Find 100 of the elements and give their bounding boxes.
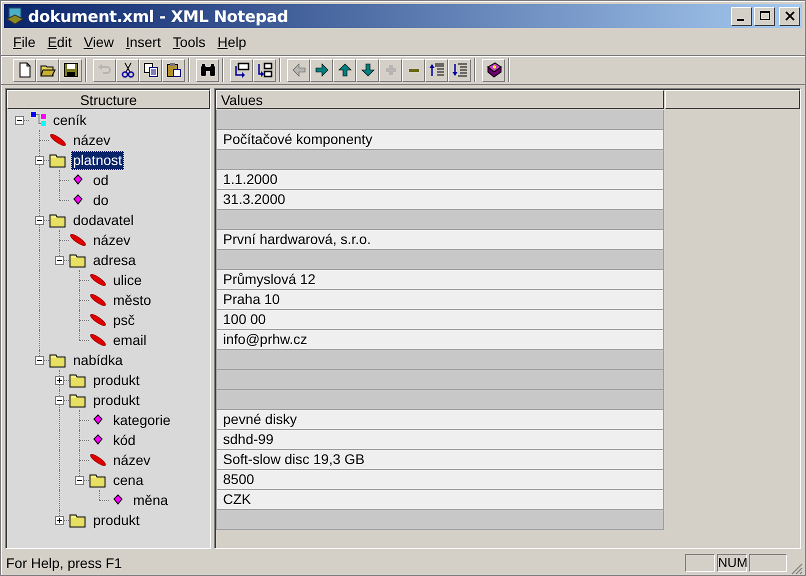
toolbar-button[interactable] [139,58,162,82]
value-cell[interactable]: Počítačové komponenty [216,130,664,150]
tree-node[interactable]: cena [111,470,146,490]
lines-down-icon [452,62,468,78]
up-arrow-icon [336,62,352,78]
expand-button[interactable] [55,376,64,385]
tree-node[interactable]: do [91,190,111,210]
empty-value-cell[interactable] [216,210,664,230]
status-panel [749,554,787,572]
toolbar-button[interactable] [230,58,253,82]
toolbar-button[interactable] [310,58,333,82]
toolbar-button[interactable] [162,58,185,82]
down-arrow-icon [360,62,376,78]
toolbar-button[interactable] [253,58,276,82]
tree-node[interactable]: dodavatel [71,210,136,230]
insert-node-icon [234,62,250,78]
clipboard-icon [166,62,182,78]
value-cell[interactable]: 8500 [216,470,664,490]
column-header[interactable]: Values [216,90,664,109]
column-header[interactable]: Structure [7,90,210,109]
tree-node[interactable]: měna [131,490,170,510]
tree-node[interactable]: email [111,330,148,350]
value-cell[interactable]: Průmyslová 12 [216,270,664,290]
collapse-button[interactable] [55,396,64,405]
right-arrow-icon [314,62,330,78]
minimize-icon [737,18,744,20]
empty-value-cell[interactable] [216,370,664,390]
value-cell[interactable]: Soft-slow disc 19,3 GB [216,450,664,470]
collapse-button[interactable] [35,216,44,225]
value-cell[interactable]: 100 00 [216,310,664,330]
value-cell[interactable]: CZK [216,490,664,510]
window-title: dokument.xml - XML Notepad [28,6,290,26]
menu-item[interactable]: Insert [120,34,167,50]
folder-icon [69,512,87,528]
maximize-button[interactable] [754,6,775,26]
collapse-button[interactable] [35,156,44,165]
menu-item[interactable]: File [7,34,42,50]
status-panel [685,554,715,572]
tree-node[interactable]: název [111,450,152,470]
folder-icon [69,252,87,268]
insert-child-icon [256,62,272,78]
expand-button[interactable] [55,516,64,525]
feather-icon [89,452,107,468]
value-cell[interactable]: 31.3.2000 [216,190,664,210]
tree-node[interactable]: kód [111,430,138,450]
feather-icon [89,272,107,288]
plus-icon [386,65,396,75]
feather-icon [69,232,87,248]
menu-item[interactable]: Tools [166,34,212,50]
folder-icon [69,372,87,388]
value-cell[interactable]: Praha 10 [216,290,664,310]
toolbar-button[interactable] [36,58,59,82]
toolbar-button[interactable] [333,58,356,82]
tree-node[interactable]: adresa [91,250,138,270]
collapse-button[interactable] [75,476,84,485]
tree-node[interactable]: ceník [51,110,88,130]
collapse-button[interactable] [35,356,44,365]
toolbar-button[interactable] [448,58,471,82]
feather-icon [89,332,107,348]
toolbar-button[interactable] [59,58,82,82]
empty-value-cell[interactable] [216,350,664,370]
scissors-icon [120,62,136,78]
collapse-button[interactable] [55,256,64,265]
empty-value-cell[interactable] [216,250,664,270]
tree-node[interactable]: platnost [71,150,124,170]
toolbar-button[interactable] [482,58,505,82]
value-cell[interactable]: info@prhw.cz [216,330,664,350]
toolbar-button[interactable] [356,58,379,82]
toolbar-button[interactable] [13,58,36,82]
toolbar-button[interactable] [116,58,139,82]
menu-item[interactable]: View [78,34,120,50]
value-cell[interactable]: sdhd-99 [216,430,664,450]
empty-value-cell[interactable] [216,390,664,410]
empty-value-cell[interactable] [216,110,664,130]
folder-icon [49,352,67,368]
tree-node[interactable]: nabídka [71,350,125,370]
value-cell[interactable]: 1.1.2000 [216,170,664,190]
tree-node[interactable]: ulice [111,270,144,290]
resize-grip[interactable] [789,561,803,575]
tree-node[interactable]: název [91,230,132,250]
tree-node[interactable]: město [111,290,154,310]
menu-item[interactable]: Edit [42,34,78,50]
tree-node[interactable]: produkt [91,510,142,530]
value-cell[interactable]: pevné disky [216,410,664,430]
menu-item[interactable]: Help [212,34,252,50]
tree-node[interactable]: od [91,170,111,190]
value-cell[interactable]: První hardwarová, s.r.o. [216,230,664,250]
toolbar-button[interactable] [196,58,219,82]
tree-node[interactable]: produkt [91,390,142,410]
tree-node[interactable]: psč [111,310,137,330]
folder-icon [89,472,107,488]
empty-value-cell[interactable] [216,510,664,530]
tree-node[interactable]: kategorie [111,410,173,430]
collapse-button[interactable] [15,116,24,125]
toolbar-button[interactable] [425,58,448,82]
minimize-button[interactable] [731,6,752,26]
close-button[interactable] [779,6,800,26]
empty-value-cell[interactable] [216,150,664,170]
tree-node[interactable]: název [71,130,112,150]
tree-node[interactable]: produkt [91,370,142,390]
